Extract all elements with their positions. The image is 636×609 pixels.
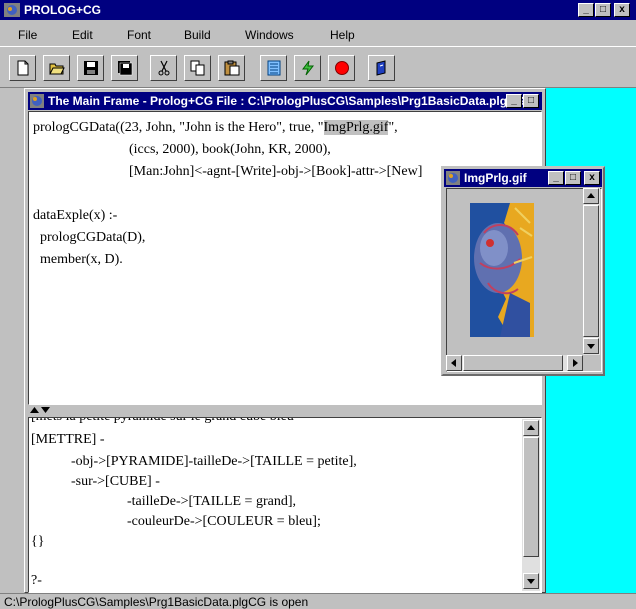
new-button[interactable] — [9, 55, 36, 81]
open-folder-icon — [49, 63, 65, 75]
main-frame-title: The Main Frame - Prolog+CG File : C:\Pro… — [48, 94, 526, 108]
image-scroll-down-button[interactable] — [583, 338, 599, 354]
save-all-icon — [118, 61, 133, 76]
compile-icon — [267, 60, 281, 76]
paste-button[interactable] — [218, 55, 245, 81]
new-icon — [17, 60, 29, 76]
main-frame-maximize-button[interactable]: □ — [523, 94, 539, 108]
console-scrollbar[interactable] — [522, 419, 540, 591]
book-icon — [376, 60, 386, 76]
menu-build[interactable]: Build — [184, 28, 211, 42]
app-title: PROLOG+CG — [24, 3, 102, 17]
arrow-left-icon — [451, 359, 456, 367]
arrow-down-icon — [587, 344, 595, 349]
stop-icon — [335, 61, 349, 75]
image-hscroll-thumb[interactable] — [463, 355, 563, 371]
menu-font[interactable]: Font — [127, 28, 151, 42]
close-icon: x — [619, 4, 625, 15]
prolog-app-icon — [4, 3, 20, 17]
image-vscrollbar[interactable] — [583, 188, 600, 355]
console-prompt: ?- — [31, 573, 42, 588]
image-hscrollbar[interactable] — [446, 355, 583, 371]
status-bar: C:\PrologPlusCG\Samples\Prg1BasicData.pl… — [0, 593, 636, 609]
maximize-icon: □ — [569, 172, 577, 183]
console-line-2: -obj->[PYRAMIDE]-tailleDe->[TAILLE = pet… — [71, 454, 357, 469]
code-line-2: (iccs, 2000), book(John, KR, 2000), — [129, 142, 331, 157]
console-line-3: -sur->[CUBE] - — [71, 474, 160, 489]
scroll-down-button[interactable] — [523, 573, 539, 589]
copy-button[interactable] — [184, 55, 211, 81]
prolog-artwork-image — [470, 203, 534, 337]
maximize-icon: □ — [527, 95, 535, 106]
run-button[interactable] — [294, 55, 321, 81]
code-line-1-end: ", — [388, 120, 398, 135]
open-button[interactable] — [43, 55, 70, 81]
selected-text: ImgPrlg.gif — [323, 120, 389, 135]
run-icon — [302, 60, 315, 76]
main-frame-minimize-button[interactable]: _ — [506, 94, 522, 108]
arrow-right-icon — [573, 359, 578, 367]
code-line-7: member(x, D). — [40, 252, 123, 267]
console-line-5: -couleurDe->[COULEUR = bleu]; — [127, 514, 321, 529]
close-button[interactable]: x — [614, 3, 630, 17]
console-line-1: [METTRE] - — [31, 432, 105, 447]
menu-edit[interactable]: Edit — [72, 28, 93, 42]
copy-icon — [190, 60, 205, 76]
status-text: C:\PrologPlusCG\Samples\Prg1BasicData.pl… — [4, 595, 309, 609]
console-line-6: {} — [31, 534, 45, 549]
minimize-icon: _ — [583, 4, 589, 15]
cut-icon — [158, 60, 170, 76]
stop-button[interactable] — [328, 55, 355, 81]
menu-help[interactable]: Help — [330, 28, 355, 42]
image-window-title: ImgPrlg.gif — [464, 171, 527, 185]
scroll-up-button[interactable] — [523, 420, 539, 436]
console-line-4: -tailleDe->[TAILLE = grand], — [127, 494, 296, 509]
menu-windows[interactable]: Windows — [245, 28, 294, 42]
image-scroll-right-button[interactable] — [567, 355, 583, 371]
console-pane[interactable]: [mets la petite pyramide sur le grand cu… — [28, 417, 542, 593]
minimize-icon: _ — [511, 95, 517, 106]
prolog-image-window-icon — [446, 171, 460, 185]
compile-button[interactable] — [260, 55, 287, 81]
image-vscroll-thumb[interactable] — [583, 205, 599, 337]
image-window-title-bar[interactable]: ImgPrlg.gif _ □ x — [444, 169, 602, 187]
menu-file[interactable]: File — [18, 28, 37, 42]
paste-icon — [224, 60, 240, 76]
console-partial-line: [mets la petite pyramide sur le grand cu… — [31, 418, 294, 425]
main-frame-title-bar[interactable]: The Main Frame - Prolog+CG File : C:\Pro… — [28, 92, 542, 110]
save-all-button[interactable] — [111, 55, 138, 81]
code-line-5: dataExple(x) :- — [33, 208, 118, 223]
code-line-1: prologCGData((23, John, "John is the Her… — [33, 120, 398, 136]
menu-bar — [0, 20, 636, 46]
image-window-minimize-button[interactable]: _ — [548, 171, 564, 185]
collapse-down-icon[interactable] — [41, 407, 50, 413]
app-title-bar[interactable]: PROLOG+CG _ □ x — [0, 0, 636, 20]
arrow-up-icon — [527, 425, 535, 430]
collapse-up-icon[interactable] — [30, 407, 39, 413]
arrow-up-icon — [587, 193, 595, 198]
arrow-down-icon — [527, 579, 535, 584]
cut-button[interactable] — [150, 55, 177, 81]
save-button[interactable] — [77, 55, 104, 81]
save-icon — [84, 61, 98, 75]
minimize-button[interactable]: _ — [578, 3, 594, 17]
minimize-icon: _ — [553, 172, 559, 183]
code-line-6: prologCGData(D), — [40, 230, 146, 245]
image-scroll-left-button[interactable] — [446, 355, 462, 371]
help-button[interactable] — [368, 55, 395, 81]
code-line-3: [Man:John]<-agnt-[Write]-obj->[Book]-att… — [129, 164, 423, 179]
split-divider[interactable] — [28, 405, 542, 416]
maximize-button[interactable]: □ — [595, 3, 611, 17]
prolog-frame-icon — [30, 94, 44, 108]
image-window-close-button[interactable]: x — [584, 171, 600, 185]
maximize-icon: □ — [599, 4, 607, 15]
image-scroll-up-button[interactable] — [583, 188, 599, 204]
close-icon: x — [589, 172, 595, 183]
image-window-maximize-button[interactable]: □ — [565, 171, 581, 185]
scroll-thumb[interactable] — [523, 437, 539, 557]
code-line-1-start: prologCGData((23, John, "John is the Her… — [33, 120, 324, 135]
